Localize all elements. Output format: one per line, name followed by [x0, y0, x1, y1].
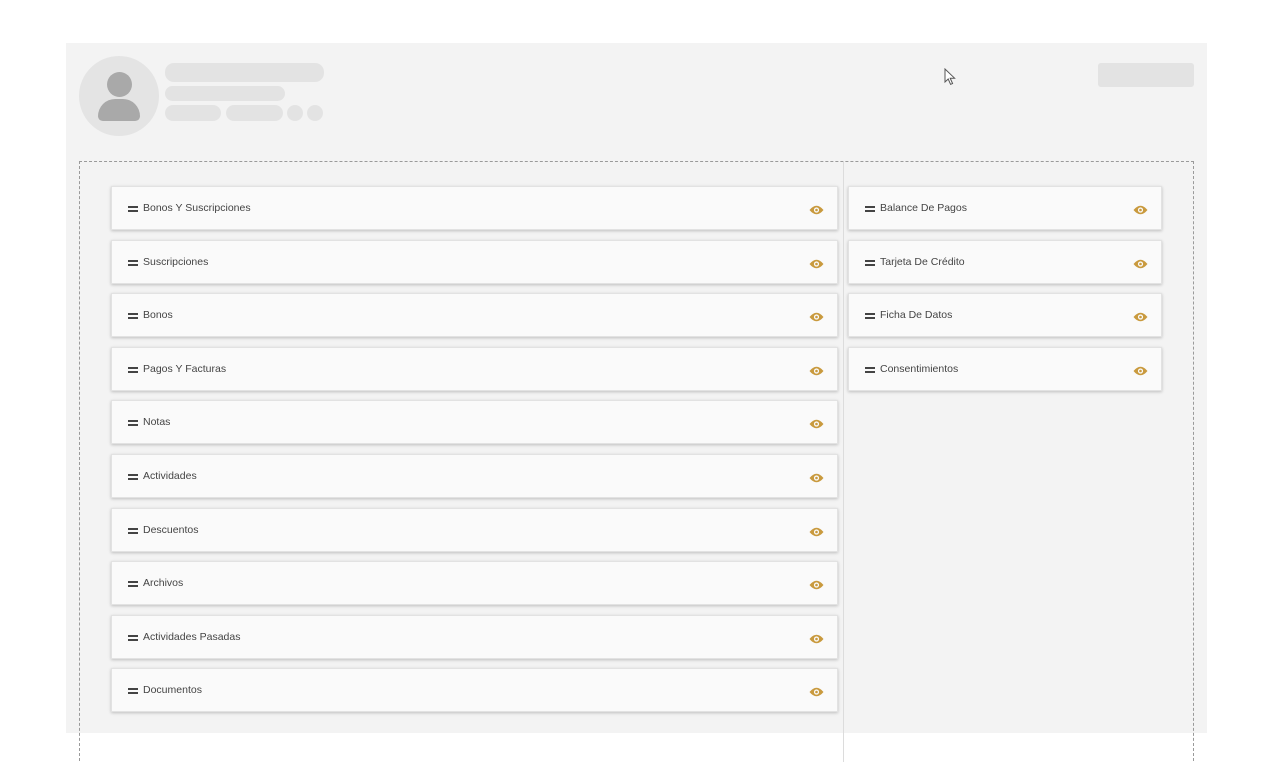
section-label: Actividades — [143, 470, 197, 482]
section-label: Bonos Y Suscripciones — [143, 202, 251, 214]
section-label: Notas — [143, 416, 171, 429]
section-label: Bonos — [143, 309, 173, 322]
layout-section-pagos-y-facturas[interactable]: Pagos Y Facturas — [111, 346, 838, 391]
column-divider — [843, 162, 844, 762]
eye-icon[interactable] — [809, 364, 824, 376]
eye-icon[interactable] — [1133, 203, 1148, 215]
drag-handle-icon[interactable] — [128, 527, 138, 534]
drag-handle-icon[interactable] — [128, 366, 138, 373]
layout-section-suscripciones[interactable]: Suscripciones — [111, 239, 838, 284]
eye-icon[interactable] — [809, 471, 824, 483]
layout-section-actividades[interactable]: Actividades — [111, 454, 838, 498]
section-label: Pagos Y Facturas — [143, 362, 227, 375]
drag-handle-icon[interactable] — [128, 474, 138, 480]
customer-profile-card: Bonos Y Suscripciones Suscripciones Bonos P… — [66, 43, 1207, 762]
eye-icon[interactable] — [1133, 257, 1148, 269]
layout-section-tarjeta-de-credito[interactable]: Tarjeta De Crédito — [848, 239, 1162, 284]
section-label: Suscripciones — [143, 255, 209, 268]
eye-icon[interactable] — [809, 257, 824, 269]
section-label: Tarjeta De Crédito — [880, 255, 965, 268]
layout-section-bonos-y-suscripciones[interactable]: Bonos Y Suscripciones — [111, 186, 838, 230]
eye-icon[interactable] — [809, 632, 824, 644]
section-label: Actividades Pasadas — [143, 630, 241, 643]
skeleton-tag — [226, 105, 283, 121]
section-label: Ficha De Datos — [880, 309, 953, 322]
avatar — [79, 56, 159, 136]
drag-handle-icon[interactable] — [128, 581, 138, 588]
layout-section-bonos[interactable]: Bonos — [111, 293, 838, 338]
drag-handle-icon[interactable] — [865, 366, 875, 373]
eye-icon[interactable] — [809, 310, 824, 322]
user-silhouette-icon — [107, 72, 132, 97]
drag-handle-icon[interactable] — [128, 259, 138, 266]
skeleton-name — [165, 63, 324, 82]
skeleton-action-button — [1098, 63, 1194, 87]
eye-icon[interactable] — [1133, 310, 1148, 322]
eye-icon[interactable] — [809, 578, 824, 590]
section-label: Consentimientos — [880, 362, 959, 375]
drag-handle-icon[interactable] — [865, 313, 875, 320]
drag-handle-icon[interactable] — [128, 206, 138, 212]
drag-handle-icon[interactable] — [128, 688, 138, 695]
eye-icon[interactable] — [809, 417, 824, 429]
drag-handle-icon[interactable] — [128, 313, 138, 320]
eye-icon[interactable] — [1133, 364, 1148, 376]
layout-section-balance-de-pagos[interactable]: Balance De Pagos — [848, 186, 1162, 230]
drag-handle-icon[interactable] — [128, 634, 138, 641]
eye-icon[interactable] — [809, 685, 824, 697]
eye-icon[interactable] — [809, 525, 824, 537]
layout-section-descuentos[interactable]: Descuentos — [111, 507, 838, 552]
drag-handle-icon[interactable] — [865, 259, 875, 266]
section-label: Archivos — [143, 577, 184, 590]
layout-section-ficha-de-datos[interactable]: Ficha De Datos — [848, 293, 1162, 338]
layout-drop-zone: Bonos Y Suscripciones Suscripciones Bonos P… — [79, 161, 1194, 762]
section-label: Balance De Pagos — [880, 202, 967, 214]
section-label: Documentos — [143, 684, 202, 697]
layout-section-notas[interactable]: Notas — [111, 400, 838, 445]
layout-section-archivos[interactable]: Archivos — [111, 561, 838, 606]
layout-section-consentimientos[interactable]: Consentimientos — [848, 346, 1162, 391]
skeleton-dot — [307, 105, 323, 121]
drag-handle-icon[interactable] — [865, 206, 875, 212]
drag-handle-icon[interactable] — [128, 420, 138, 427]
skeleton-tag — [165, 105, 221, 121]
mouse-pointer-icon — [944, 68, 956, 86]
section-label: Descuentos — [143, 523, 199, 536]
skeleton-dot — [287, 105, 303, 121]
eye-icon[interactable] — [809, 203, 824, 215]
skeleton-subtitle — [165, 86, 285, 101]
faint-description-text — [66, 4, 736, 18]
layout-section-documentos[interactable]: Documentos — [111, 668, 838, 713]
layout-section-actividades-pasadas[interactable]: Actividades Pasadas — [111, 614, 838, 659]
